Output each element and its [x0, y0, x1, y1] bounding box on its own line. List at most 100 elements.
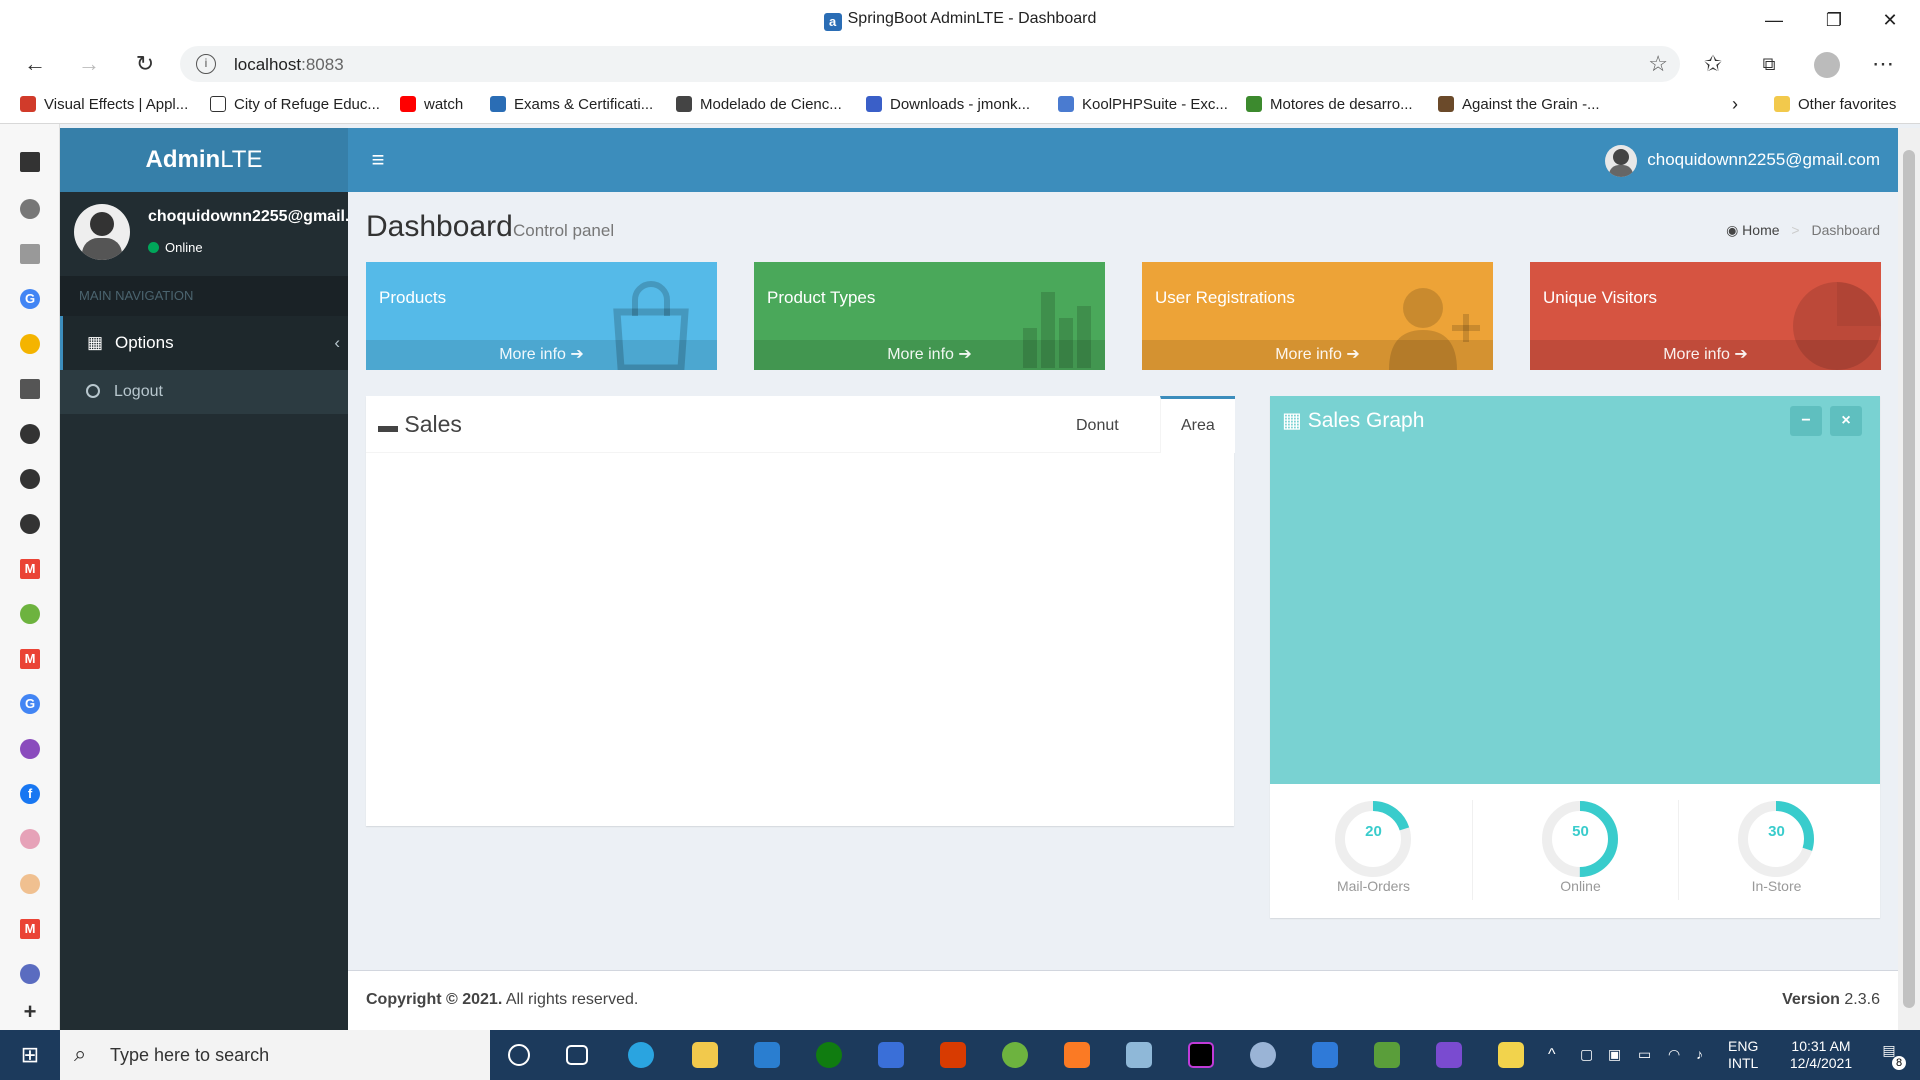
- more-menu-icon[interactable]: ⋯: [1866, 48, 1900, 80]
- close-window-button[interactable]: ✕: [1870, 6, 1910, 34]
- add-favorite-icon[interactable]: ☆: [1648, 51, 1668, 77]
- tray-icon[interactable]: ▣: [1608, 1046, 1621, 1063]
- app-icon[interactable]: [1374, 1042, 1400, 1068]
- shortcut-icon[interactable]: [20, 739, 40, 759]
- user-menu[interactable]: choquidownn2255@gmail.com: [1605, 142, 1880, 178]
- google-icon[interactable]: G: [20, 694, 40, 714]
- battery-icon[interactable]: ▭: [1638, 1046, 1651, 1063]
- more-info-link[interactable]: More info ➔: [366, 340, 717, 370]
- edge-icon[interactable]: [628, 1042, 654, 1068]
- xbox-icon[interactable]: [816, 1042, 842, 1068]
- bookmark-item[interactable]: watch: [400, 96, 463, 113]
- bookmark-item[interactable]: Visual Effects | Appl...: [20, 96, 188, 113]
- task-view-icon[interactable]: [566, 1045, 588, 1065]
- shortcut-icon[interactable]: [20, 829, 40, 849]
- language-indicator[interactable]: ENG INTL: [1728, 1038, 1758, 1072]
- github-icon[interactable]: [20, 514, 40, 534]
- app-icon[interactable]: [1126, 1042, 1152, 1068]
- spring-icon[interactable]: [20, 604, 40, 624]
- spring-tools-icon[interactable]: [1002, 1042, 1028, 1068]
- remove-button[interactable]: ×: [1830, 406, 1862, 436]
- breadcrumb-home[interactable]: Home: [1742, 222, 1779, 238]
- bookmark-item[interactable]: City of Refuge Educ...: [210, 96, 380, 113]
- knob-value: 30: [1768, 823, 1785, 840]
- github-icon[interactable]: [20, 424, 40, 444]
- document-icon: [210, 96, 226, 112]
- bookmarks-bar: Visual Effects | Appl... City of Refuge …: [0, 88, 1920, 124]
- app-logo[interactable]: AdminLTE: [60, 128, 348, 192]
- intellij-icon[interactable]: [1188, 1042, 1214, 1068]
- page-scrollbar[interactable]: [1898, 128, 1920, 1030]
- collapse-button[interactable]: −: [1790, 406, 1822, 436]
- add-icon[interactable]: +: [20, 1001, 40, 1023]
- clock[interactable]: 10:31 AM 12/4/2021: [1776, 1038, 1866, 1072]
- bookmark-icon: [1246, 96, 1262, 112]
- document-icon[interactable]: [20, 244, 40, 264]
- cortana-icon[interactable]: [508, 1044, 530, 1066]
- minimize-button[interactable]: —: [1754, 6, 1794, 34]
- bookmark-item[interactable]: Against the Grain -...: [1438, 96, 1600, 113]
- chevron-up-icon[interactable]: ^: [1548, 1046, 1556, 1063]
- tab-actions-icon[interactable]: [20, 152, 40, 172]
- bookmark-item[interactable]: Modelado de Cienc...: [676, 96, 842, 113]
- gmail-icon[interactable]: M: [20, 649, 40, 669]
- other-favorites-folder[interactable]: Other favorites: [1774, 96, 1896, 113]
- more-info-link[interactable]: More info ➔: [1142, 340, 1493, 370]
- notifications-icon[interactable]: ▤ 8: [1874, 1042, 1906, 1070]
- shortcut-icon[interactable]: [20, 379, 40, 399]
- google-icon[interactable]: G: [20, 289, 40, 309]
- site-info-icon[interactable]: i: [196, 54, 216, 74]
- bookmark-item[interactable]: Exams & Certificati...: [490, 96, 653, 113]
- more-info-link[interactable]: More info ➔: [1530, 340, 1881, 370]
- app-icon[interactable]: [878, 1042, 904, 1068]
- app-icon[interactable]: [1498, 1042, 1524, 1068]
- wifi-icon[interactable]: ◠: [1668, 1046, 1680, 1063]
- stat-box-products: Products More info ➔: [366, 262, 717, 370]
- back-icon[interactable]: ←: [18, 48, 52, 80]
- youtube-icon: [400, 96, 416, 112]
- inbox-icon: ▬: [378, 415, 398, 437]
- sidebar-item-options[interactable]: ▦ Options ‹: [60, 316, 348, 370]
- gmail-icon[interactable]: M: [20, 559, 40, 579]
- bookmark-item[interactable]: KoolPHPSuite - Exc...: [1058, 96, 1228, 113]
- vscode-icon[interactable]: [1312, 1042, 1338, 1068]
- shortcut-icon[interactable]: [20, 874, 40, 894]
- profile-icon[interactable]: [1810, 48, 1844, 80]
- github-icon[interactable]: [20, 469, 40, 489]
- more-info-link[interactable]: More info ➔: [754, 340, 1105, 370]
- refresh-icon[interactable]: ↻: [128, 48, 162, 80]
- volume-icon[interactable]: ♪: [1696, 1046, 1703, 1063]
- url-text[interactable]: localhost:8083: [234, 55, 344, 75]
- sidebar-toggle-icon[interactable]: ≡: [364, 146, 392, 174]
- shortcut-icon[interactable]: [20, 199, 40, 219]
- tray-icon[interactable]: ▢: [1580, 1046, 1593, 1063]
- chevron-right-icon[interactable]: ›: [1732, 94, 1738, 115]
- collections-icon[interactable]: ⧉: [1752, 48, 1786, 80]
- tab-area[interactable]: Area: [1160, 396, 1235, 453]
- browser-side-rail: G M M G f M +: [0, 124, 60, 1030]
- scrollbar-thumb[interactable]: [1903, 150, 1915, 1008]
- bookmark-item[interactable]: Motores de desarro...: [1246, 96, 1413, 113]
- tab-donut[interactable]: Donut: [1056, 399, 1139, 453]
- file-explorer-icon[interactable]: [692, 1042, 718, 1068]
- gmail-icon[interactable]: M: [20, 919, 40, 939]
- sidebar-item-logout[interactable]: Logout: [60, 370, 348, 414]
- xampp-icon[interactable]: [1064, 1042, 1090, 1068]
- taskbar-search-input[interactable]: ⌕ Type here to search: [60, 1030, 490, 1080]
- mail-icon[interactable]: [754, 1042, 780, 1068]
- visual-studio-icon[interactable]: [1436, 1042, 1462, 1068]
- shortcut-icon[interactable]: [20, 334, 40, 354]
- window-title: a SpringBoot AdminLTE - Dashboard: [0, 10, 1920, 31]
- restore-button[interactable]: ❐: [1814, 6, 1854, 34]
- windows-start-icon[interactable]: ⊞: [0, 1030, 60, 1080]
- sidebar-section-header: MAIN NAVIGATION: [60, 276, 348, 316]
- version: Version 2.3.6: [1782, 991, 1880, 1008]
- bookmark-item[interactable]: Downloads - jmonk...: [866, 96, 1030, 113]
- address-bar[interactable]: i localhost:8083 ☆: [180, 46, 1680, 82]
- paint-icon[interactable]: [1250, 1042, 1276, 1068]
- forward-icon[interactable]: →: [72, 48, 106, 80]
- facebook-icon[interactable]: f: [20, 784, 40, 804]
- office-icon[interactable]: [940, 1042, 966, 1068]
- shortcut-icon[interactable]: [20, 964, 40, 984]
- favorites-icon[interactable]: ✩: [1696, 48, 1730, 80]
